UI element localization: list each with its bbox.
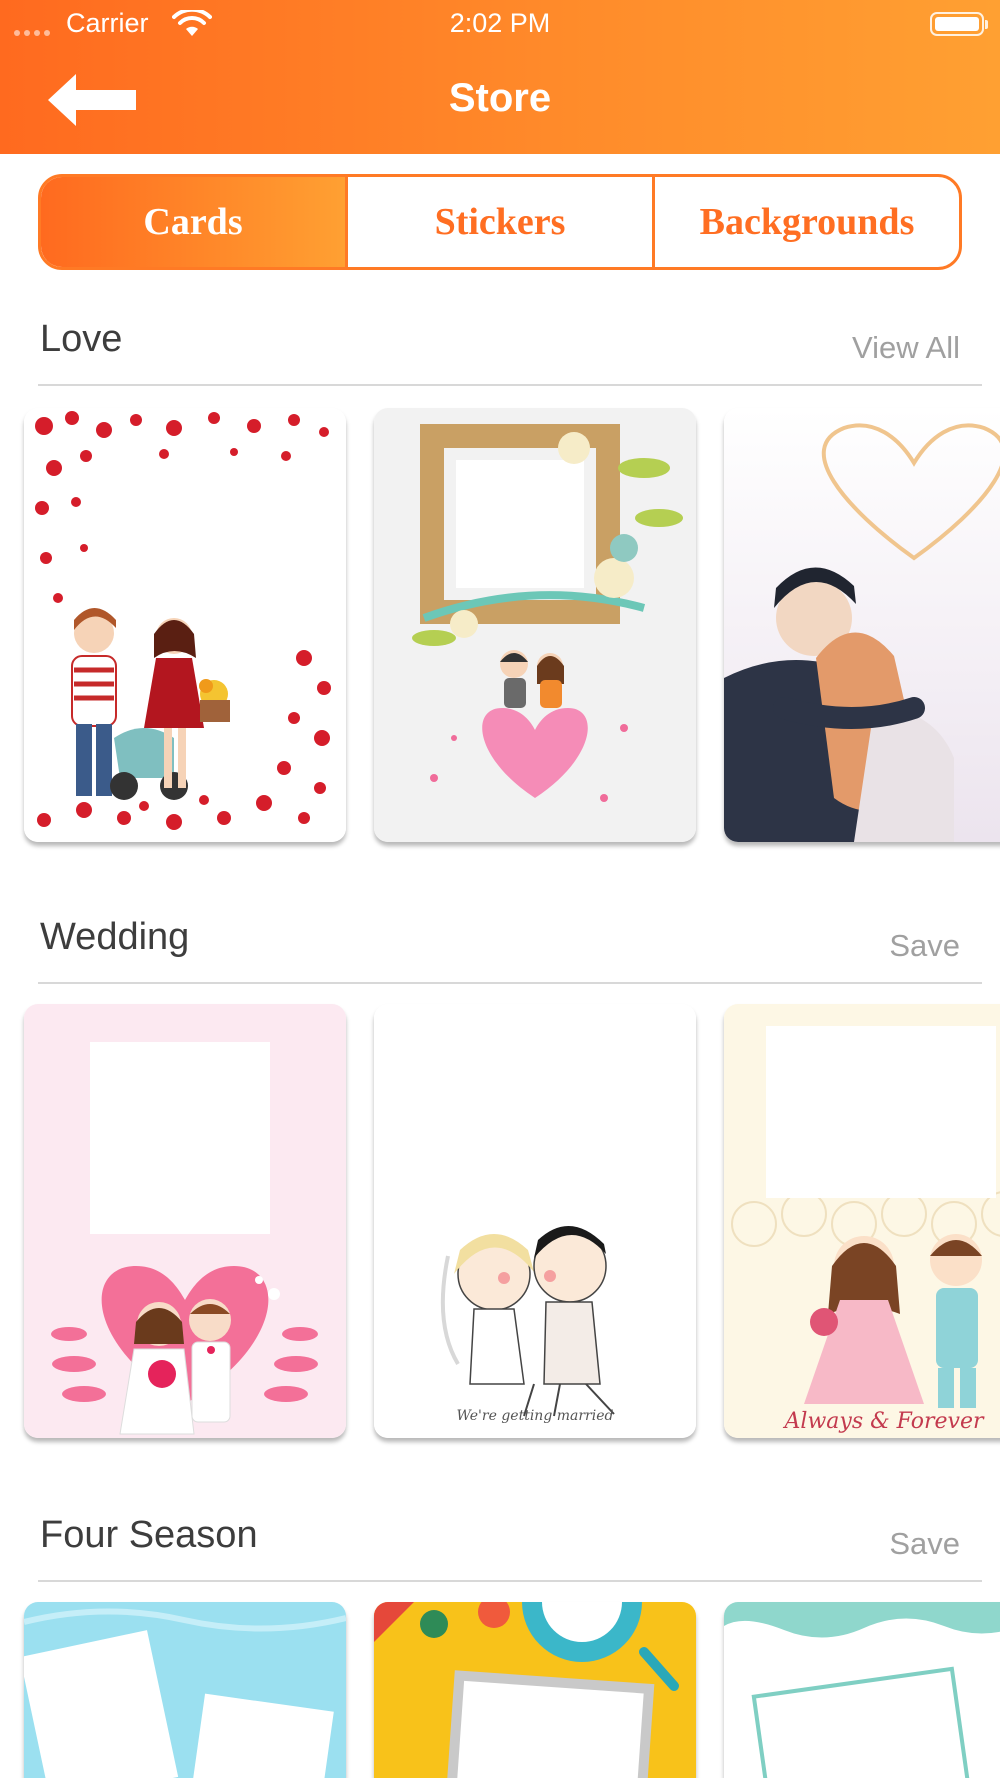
card-illustration	[724, 408, 1000, 842]
card-illustration	[724, 1602, 1000, 1778]
season-card-summer-beach[interactable]	[374, 1602, 696, 1778]
card-illustration	[374, 408, 696, 842]
save-button[interactable]: Save	[889, 928, 960, 964]
status-time: 2:02 PM	[449, 8, 551, 38]
wedding-card-kiss[interactable]: We're getting married	[374, 1004, 696, 1438]
battery-icon	[930, 12, 988, 36]
section-title: Wedding	[40, 916, 190, 958]
tab-cards[interactable]: Cards	[41, 177, 345, 267]
section-header-love: Love View All	[38, 306, 982, 386]
card-illustration	[374, 1602, 696, 1778]
section-title: Four Season	[40, 1514, 258, 1556]
card-illustration	[24, 1602, 346, 1778]
season-card-sky-frames[interactable]	[24, 1602, 346, 1778]
card-illustration: Always & Forever	[724, 1004, 1000, 1438]
app-header: Carrier 2:02 PM Store	[0, 0, 1000, 154]
category-tabs: Cards Stickers Backgrounds	[38, 174, 962, 270]
kiss-card-caption: We're getting married	[457, 1408, 614, 1424]
tab-stickers[interactable]: Stickers	[345, 177, 652, 267]
season-card-teal-waves[interactable]	[724, 1602, 1000, 1778]
tab-backgrounds[interactable]: Backgrounds	[652, 177, 959, 267]
love-card-scooter-couple[interactable]	[24, 408, 346, 842]
card-illustration	[24, 1004, 346, 1438]
section-title: Love	[40, 318, 123, 360]
section-header-four-season: Four Season Save	[38, 1502, 982, 1582]
page-title: Store	[448, 76, 552, 120]
view-all-button[interactable]: View All	[852, 330, 960, 366]
love-card-embrace[interactable]	[724, 408, 1000, 842]
section-header-wedding: Wedding Save	[38, 904, 982, 984]
wedding-card-heart-couple[interactable]	[24, 1004, 346, 1438]
wedding-card-always-forever[interactable]: Always & Forever	[724, 1004, 1000, 1438]
forever-card-caption: Always & Forever	[783, 1409, 985, 1434]
save-button[interactable]: Save	[889, 1526, 960, 1562]
card-illustration	[24, 408, 346, 842]
love-card-wooden-frame[interactable]	[374, 408, 696, 842]
status-bar: Carrier 2:02 PM	[0, 0, 1000, 46]
card-illustration: We're getting married	[374, 1004, 696, 1438]
